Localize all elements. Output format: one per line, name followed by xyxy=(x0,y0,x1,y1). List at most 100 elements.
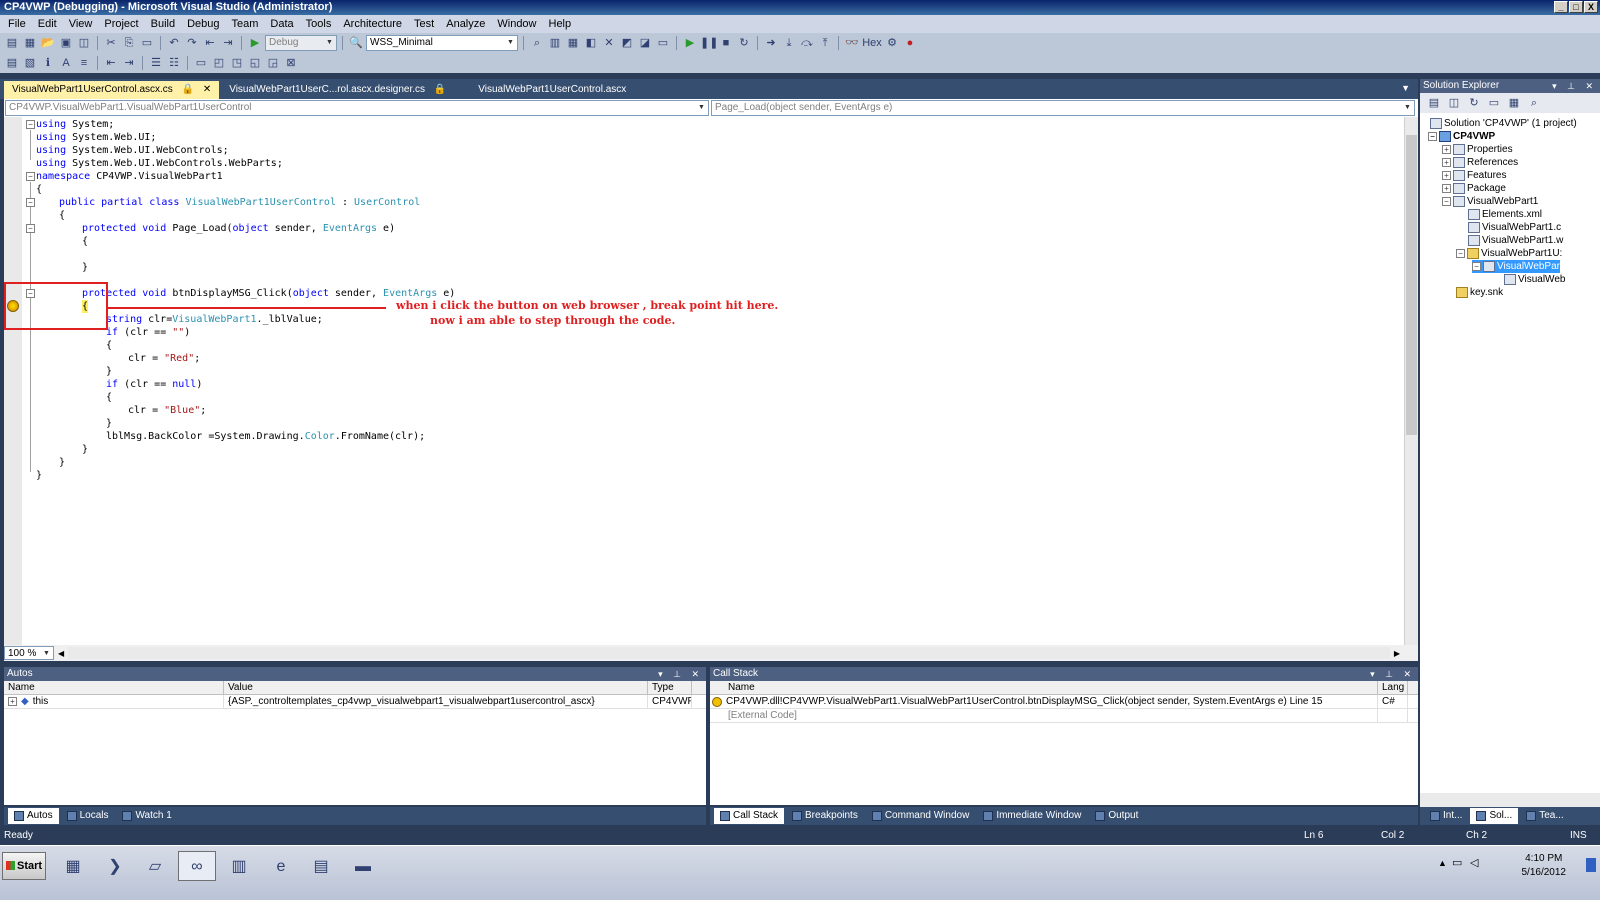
editor-vertical-scrollbar[interactable] xyxy=(1404,117,1418,645)
solution-horizontal-scrollbar[interactable] xyxy=(1420,793,1600,807)
stop-debugging-icon[interactable]: ■ xyxy=(718,35,734,51)
save-icon[interactable]: ▣ xyxy=(58,35,74,51)
menu-edit[interactable]: Edit xyxy=(32,15,63,33)
collapse-toggle[interactable]: − xyxy=(26,198,35,207)
object-browser-icon[interactable]: ◧ xyxy=(583,35,599,51)
code-text-area[interactable]: using System; using System.Web.UI; using… xyxy=(36,117,1404,645)
toolbox-icon[interactable]: ✕ xyxy=(601,35,617,51)
show-all-files-icon[interactable]: ◫ xyxy=(1446,95,1462,111)
hex-toggle[interactable]: Hex xyxy=(862,35,882,51)
tab-autos[interactable]: Autos xyxy=(8,808,59,824)
add-item-icon[interactable]: ▦ xyxy=(22,35,38,51)
menu-build[interactable]: Build xyxy=(145,15,181,33)
tree-item-webpart-file[interactable]: VisualWebPart1.w xyxy=(1468,234,1563,247)
tab-watch-1[interactable]: Watch 1 xyxy=(116,808,177,824)
cut-icon[interactable]: ✂ xyxy=(103,35,119,51)
start-button[interactable]: Start xyxy=(2,852,46,880)
next-bookmark-folder-icon[interactable]: ◲ xyxy=(265,55,281,71)
view-code-icon[interactable]: ▭ xyxy=(1486,95,1502,111)
collapse-icon[interactable]: − xyxy=(1456,249,1465,258)
find-in-files-icon[interactable]: 🔍 xyxy=(348,35,364,51)
step-out-icon[interactable]: ⤒ xyxy=(817,35,833,51)
internet-explorer-icon[interactable]: e xyxy=(262,851,300,881)
zoom-level-select[interactable]: 100 % ▼ xyxy=(4,646,54,660)
menu-analyze[interactable]: Analyze xyxy=(440,15,491,33)
tree-item-project[interactable]: − CP4VWP xyxy=(1428,130,1495,143)
column-header-name[interactable]: Name xyxy=(4,681,224,694)
tab-usercontrol-ascx[interactable]: VisualWebPart1UserControl.ascx xyxy=(470,81,634,99)
quick-info-icon[interactable]: ℹ xyxy=(40,55,56,71)
tree-item-usercontrol-cs-selected[interactable]: − VisualWebPar xyxy=(1472,260,1560,273)
tree-item-designer-cs[interactable]: VisualWeb xyxy=(1504,273,1565,286)
start-debugging-icon[interactable]: ▶ xyxy=(247,35,263,51)
scrollbar-thumb[interactable] xyxy=(1406,135,1417,435)
collapse-icon[interactable]: − xyxy=(1428,132,1437,141)
redo-icon[interactable]: ↷ xyxy=(184,35,200,51)
paste-icon[interactable]: ▭ xyxy=(139,35,155,51)
show-next-statement-icon[interactable]: ➜ xyxy=(763,35,779,51)
open-file-icon[interactable]: 📂 xyxy=(40,35,56,51)
command-window-icon[interactable]: ▭ xyxy=(655,35,671,51)
find-icon[interactable]: ⌕ xyxy=(529,35,545,51)
tray-volume-icon[interactable]: ◁ xyxy=(1470,856,1478,869)
tree-item-key-snk[interactable]: key.snk xyxy=(1456,286,1503,299)
tab-locals[interactable]: Locals xyxy=(61,808,115,824)
expand-icon[interactable]: + xyxy=(1442,145,1451,154)
step-into-icon[interactable]: ⤓ xyxy=(781,35,797,51)
collapse-toggle[interactable]: − xyxy=(26,224,35,233)
close-button[interactable]: X xyxy=(1584,1,1598,13)
refresh-icon[interactable]: ↻ xyxy=(1466,95,1482,111)
view-designer-icon[interactable]: ▦ xyxy=(1506,95,1522,111)
complete-word-icon[interactable]: A xyxy=(58,55,74,71)
tree-item-solution[interactable]: Solution 'CP4VWP' (1 project) xyxy=(1430,117,1577,130)
tab-immediate-window[interactable]: Immediate Window xyxy=(977,808,1087,824)
menu-team[interactable]: Team xyxy=(226,15,265,33)
step-over-icon[interactable]: ⤼ xyxy=(799,35,815,51)
tree-item-package[interactable]: + Package xyxy=(1442,182,1506,195)
table-row[interactable]: [External Code] xyxy=(710,709,1418,723)
collapse-icon[interactable]: − xyxy=(1442,197,1451,206)
navigate-forward-icon[interactable]: ⇥ xyxy=(220,35,236,51)
uncomment-icon[interactable]: ☷ xyxy=(166,55,182,71)
tray-network-icon[interactable]: ▭ xyxy=(1452,856,1462,869)
performance-monitor-icon[interactable]: ▤ xyxy=(302,851,340,881)
tree-item-properties[interactable]: + Properties xyxy=(1442,143,1513,156)
maximize-button[interactable]: □ xyxy=(1569,1,1583,13)
collapse-toggle[interactable]: − xyxy=(26,172,35,181)
menu-debug[interactable]: Debug xyxy=(181,15,225,33)
code-editor[interactable]: − − − − − using System; using System.Web… xyxy=(4,117,1418,645)
menu-architecture[interactable]: Architecture xyxy=(337,15,408,33)
tab-intellitrace[interactable]: Int... xyxy=(1424,808,1468,824)
clear-bookmarks-icon[interactable]: ⊠ xyxy=(283,55,299,71)
start-page-icon[interactable]: ◪ xyxy=(637,35,653,51)
menu-window[interactable]: Window xyxy=(491,15,542,33)
tab-breakpoints[interactable]: Breakpoints xyxy=(786,808,864,824)
break-all-icon[interactable]: ❚❚ xyxy=(700,35,718,51)
editor-horizontal-scrollbar[interactable] xyxy=(68,647,1390,659)
breakpoint-margin[interactable] xyxy=(4,117,22,645)
view-class-diagram-icon[interactable]: ⌕ xyxy=(1526,95,1542,111)
copy-icon[interactable]: ⎘ xyxy=(121,35,137,51)
column-header-value[interactable]: Value xyxy=(224,681,648,694)
extension-manager-icon[interactable]: ◩ xyxy=(619,35,635,51)
expand-icon[interactable]: + xyxy=(1442,171,1451,180)
tree-item-visualwebpart1[interactable]: − VisualWebPart1 xyxy=(1442,195,1538,208)
clock[interactable]: 4:10 PM 5/16/2012 xyxy=(1522,852,1567,880)
column-header-lang[interactable]: Lang xyxy=(1378,681,1408,694)
breakpoints-window-icon[interactable]: ● xyxy=(902,35,918,51)
solution-configuration-select[interactable]: Debug ▼ xyxy=(265,35,337,51)
quick-watch-icon[interactable]: 👓 xyxy=(844,35,860,51)
collapse-toggle[interactable]: − xyxy=(26,120,35,129)
comment-out-icon[interactable]: ☰ xyxy=(148,55,164,71)
save-all-icon[interactable]: ◫ xyxy=(76,35,92,51)
restart-icon[interactable]: ↻ xyxy=(736,35,752,51)
explorer-icon[interactable]: ▱ xyxy=(136,851,174,881)
navigate-back-icon[interactable]: ⇤ xyxy=(202,35,218,51)
table-row[interactable]: CP4VWP.dll!CP4VWP.VisualWebPart1.VisualW… xyxy=(710,695,1418,709)
column-header-type[interactable]: Type xyxy=(648,681,692,694)
tree-item-references[interactable]: + References xyxy=(1442,156,1518,169)
menu-project[interactable]: Project xyxy=(98,15,144,33)
expand-icon[interactable]: + xyxy=(1442,158,1451,167)
tools-icon[interactable]: ▥ xyxy=(220,851,258,881)
tree-item-usercontrol-ascx[interactable]: − VisualWebPart1U: xyxy=(1456,247,1562,260)
